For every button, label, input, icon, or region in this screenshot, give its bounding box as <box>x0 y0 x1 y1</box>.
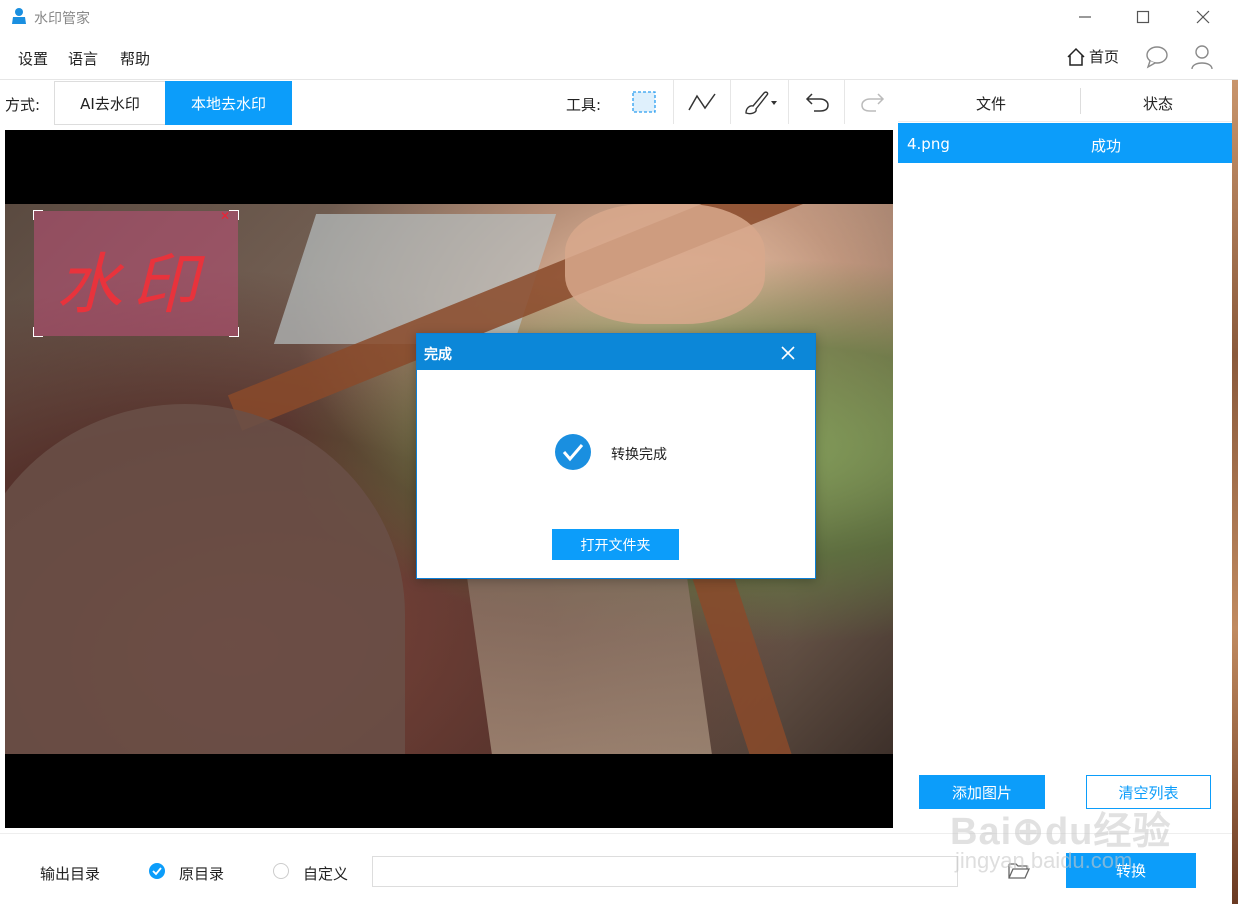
redo-icon <box>860 93 884 112</box>
close-window-button[interactable] <box>1175 0 1231 34</box>
redo-button[interactable] <box>844 80 900 124</box>
selection-handle[interactable] <box>229 210 239 220</box>
selection-handle[interactable] <box>33 210 43 220</box>
rect-select-tool[interactable] <box>616 80 672 124</box>
dialog-title: 完成 <box>424 347 452 363</box>
home-link[interactable]: 首页 <box>1066 46 1119 67</box>
title-bar: 水印管家 <box>0 0 1238 34</box>
polyline-tool[interactable] <box>673 80 729 124</box>
success-check-icon <box>555 434 591 470</box>
output-dir-label: 输出目录 <box>40 865 101 883</box>
add-image-button[interactable]: 添加图片 <box>919 775 1045 809</box>
selection-remove-icon[interactable]: ✕ <box>220 209 230 223</box>
column-status: 状态 <box>1143 95 1174 113</box>
brush-tool[interactable] <box>730 80 788 124</box>
output-bar: 输出目录 原目录 自定义 转换 <box>0 833 1238 904</box>
radio-checked-icon <box>152 867 162 876</box>
menu-settings[interactable]: 设置 <box>18 48 48 69</box>
undo-button[interactable] <box>788 80 844 124</box>
folder-open-icon[interactable] <box>1008 860 1030 880</box>
dialog-close-icon[interactable] <box>777 342 799 364</box>
file-list-row[interactable]: 4.png 成功 <box>898 123 1232 163</box>
window-title: 水印管家 <box>34 11 90 27</box>
file-status: 成功 <box>1091 137 1122 155</box>
original-dir-label[interactable]: 原目录 <box>179 863 224 884</box>
user-icon[interactable] <box>1190 44 1214 70</box>
convert-button[interactable]: 转换 <box>1066 853 1196 888</box>
mode-label: 方式: <box>5 96 41 114</box>
dialog-header: 完成 <box>417 334 815 370</box>
watermark-selection[interactable]: 水印 ✕ <box>33 209 239 337</box>
home-label: 首页 <box>1089 48 1120 66</box>
rect-select-icon <box>632 91 656 113</box>
home-icon <box>1067 47 1085 66</box>
selection-handle[interactable] <box>229 327 239 337</box>
menu-help[interactable]: 帮助 <box>120 48 150 69</box>
menu-bar: 设置 语言 帮助 首页 <box>0 36 1238 80</box>
app-logo-icon <box>12 8 26 24</box>
open-folder-button[interactable]: 打开文件夹 <box>552 529 679 560</box>
background-window-edge <box>1232 80 1238 904</box>
clear-list-button[interactable]: 清空列表 <box>1086 775 1211 809</box>
brush-icon <box>744 91 777 115</box>
minimize-icon <box>1079 16 1091 18</box>
tab-local-remove[interactable]: 本地去水印 <box>165 81 292 125</box>
undo-icon <box>805 93 829 112</box>
close-icon <box>1196 10 1210 24</box>
minimize-button[interactable] <box>1057 0 1113 34</box>
selection-handle[interactable] <box>33 327 43 337</box>
watermark-text: 水印 <box>56 246 208 323</box>
custom-dir-label[interactable]: 自定义 <box>303 863 348 884</box>
dialog-message: 转换完成 <box>611 447 667 463</box>
tab-ai-remove[interactable]: AI去水印 <box>54 81 166 125</box>
shoulder-region <box>5 404 405 754</box>
radio-custom-dir[interactable] <box>273 863 289 879</box>
menu-language[interactable]: 语言 <box>68 48 98 69</box>
completion-dialog: 完成 转换完成 打开文件夹 <box>416 333 816 579</box>
chat-icon[interactable] <box>1144 44 1170 70</box>
tools-label: 工具: <box>566 96 602 114</box>
output-path-input[interactable] <box>372 856 958 887</box>
file-list-header: 文件 状态 <box>898 80 1232 122</box>
column-file: 文件 <box>976 95 1007 113</box>
radio-original-dir[interactable] <box>149 863 165 879</box>
column-divider <box>1080 88 1081 114</box>
polyline-icon <box>687 93 716 111</box>
maximize-button[interactable] <box>1115 0 1171 34</box>
maximize-icon <box>1136 10 1150 24</box>
hand-region <box>565 204 765 324</box>
file-name: 4.png <box>907 135 950 153</box>
